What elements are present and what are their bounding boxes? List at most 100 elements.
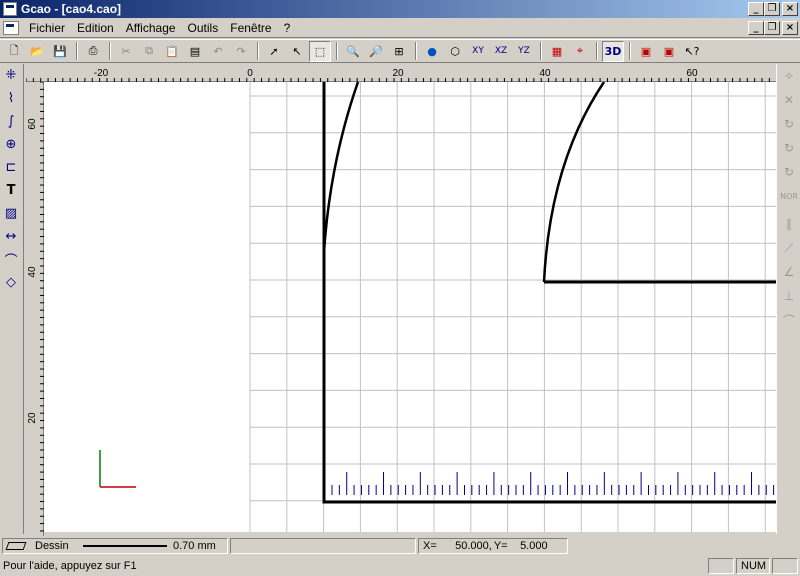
close-button[interactable]: × bbox=[782, 2, 798, 16]
toolbar-separator bbox=[596, 42, 598, 60]
rectangle-icon[interactable]: ⊏ bbox=[0, 156, 22, 179]
perpendicular-icon[interactable]: ⊥ bbox=[777, 284, 800, 308]
plane-yz-icon[interactable]: YZ bbox=[513, 41, 535, 62]
x-value: 50.000 bbox=[455, 540, 489, 552]
render-icon[interactable]: ▣ bbox=[635, 41, 657, 62]
zoom-icon[interactable]: 🔍 bbox=[342, 41, 364, 62]
layer-icon bbox=[5, 542, 27, 550]
offset-icon[interactable]: ⟋ bbox=[777, 236, 800, 260]
parallel-icon[interactable]: ∥ bbox=[777, 212, 800, 236]
profile-arc-right[interactable] bbox=[542, 82, 606, 283]
rotate-x-icon[interactable]: ↻ bbox=[777, 112, 800, 136]
context-help-icon[interactable]: ↖? bbox=[681, 41, 703, 62]
menu-bar: Fichier Edition Affichage Outils Fenêtre… bbox=[0, 18, 800, 38]
profile-arc-left[interactable] bbox=[322, 82, 360, 253]
drawing-svg[interactable] bbox=[44, 82, 776, 532]
rotate-z-icon[interactable]: ↻ bbox=[777, 160, 800, 184]
ruler-label: 60 bbox=[27, 118, 38, 130]
transform-toolbar: ✧ ✕ ↻ ↻ ↻ NOR ∥ ⟋ ∠ ⊥ ⌒ bbox=[776, 64, 800, 534]
print-icon[interactable]: ⎙ bbox=[82, 41, 104, 62]
toolbar-separator bbox=[415, 42, 417, 60]
copy-icon[interactable]: ⧉ bbox=[138, 41, 160, 62]
rotate-y-icon[interactable]: ↻ bbox=[777, 136, 800, 160]
doc-minimize-button[interactable]: _ bbox=[748, 21, 764, 35]
menu-edition[interactable]: Edition bbox=[71, 19, 120, 37]
circle-icon[interactable]: ⊕ bbox=[0, 133, 22, 156]
ruler-label: 40 bbox=[539, 68, 551, 79]
doc-close-button[interactable]: × bbox=[782, 21, 798, 35]
point-icon[interactable]: ⁜ bbox=[0, 64, 22, 87]
ruler-label: 60 bbox=[686, 68, 698, 79]
polyline-icon[interactable]: ⌇ bbox=[0, 87, 22, 110]
properties-icon[interactable]: ▤ bbox=[184, 41, 206, 62]
layer-line-panel[interactable]: Dessin 0.70 mm bbox=[2, 538, 228, 554]
caps-indicator bbox=[708, 558, 734, 574]
document-icon[interactable] bbox=[3, 20, 19, 35]
ruler-label: -20 bbox=[94, 68, 109, 79]
cube-icon[interactable]: ⬡ bbox=[444, 41, 466, 62]
fillet-icon[interactable]: ⌒ bbox=[0, 248, 22, 271]
window-title: Gcao - [cao4.cao] bbox=[21, 2, 122, 16]
curve-icon[interactable]: ∫ bbox=[0, 110, 22, 133]
select-edit-icon[interactable]: ↖ bbox=[286, 41, 308, 62]
tangent-icon[interactable]: ⌒ bbox=[777, 308, 800, 332]
toolbar-separator bbox=[629, 42, 631, 60]
text-icon[interactable]: T bbox=[0, 179, 22, 202]
menu-fichier[interactable]: Fichier bbox=[23, 19, 71, 37]
globe-icon[interactable]: ● bbox=[421, 41, 443, 62]
plane-xy-icon[interactable]: XY bbox=[467, 41, 489, 62]
layer-name: Dessin bbox=[35, 540, 69, 552]
rotate-icon[interactable]: ✕ bbox=[777, 88, 800, 112]
dimension-icon[interactable]: ↔ bbox=[0, 225, 22, 248]
eraser-icon[interactable]: ◇ bbox=[0, 271, 22, 294]
menu-help[interactable]: ? bbox=[278, 19, 297, 37]
save-icon[interactable]: 💾 bbox=[49, 41, 71, 62]
cut-icon[interactable]: ✂ bbox=[115, 41, 137, 62]
vertical-ruler: 60 40 20 bbox=[26, 81, 44, 536]
redo-icon[interactable]: ↷ bbox=[230, 41, 252, 62]
app-icon[interactable] bbox=[3, 2, 17, 16]
horizontal-ruler-svg: -20 0 20 40 60 bbox=[25, 68, 770, 82]
ruler-label: 20 bbox=[392, 68, 404, 79]
open-folder-icon[interactable]: 📂 bbox=[26, 41, 48, 62]
plane-xz-icon[interactable]: XZ bbox=[490, 41, 512, 62]
angle-icon[interactable]: ∠ bbox=[777, 260, 800, 284]
window-select-icon[interactable]: ⬚ bbox=[309, 40, 331, 62]
zoom-extents-icon[interactable]: ⊞ bbox=[388, 41, 410, 62]
paste-icon[interactable]: 📋 bbox=[161, 41, 183, 62]
properties-status-bar: Dessin 0.70 mm X= 50.000 , Y= 5.000 bbox=[0, 536, 800, 556]
snap-point-icon[interactable]: ⌖ bbox=[569, 41, 591, 62]
y-value: 5.000 bbox=[520, 540, 548, 552]
restore-button[interactable]: ❐ bbox=[764, 2, 780, 16]
select-arrow-icon[interactable]: ➚ bbox=[263, 41, 285, 62]
ruler-label: 40 bbox=[27, 266, 38, 278]
view-3d-button[interactable]: 3D bbox=[602, 40, 624, 62]
profile-outline[interactable] bbox=[322, 82, 776, 504]
toolbar-separator bbox=[109, 42, 111, 60]
cad-viewport[interactable]: -20 0 20 40 60 60 40 20 bbox=[25, 64, 776, 536]
undo-icon[interactable]: ↶ bbox=[207, 41, 229, 62]
toolbar-separator bbox=[76, 42, 78, 60]
coordinate-separator: , bbox=[488, 540, 492, 552]
ruler-label: 0 bbox=[247, 68, 253, 79]
move-icon[interactable]: ✧ bbox=[777, 64, 800, 88]
menu-outils[interactable]: Outils bbox=[182, 19, 225, 37]
zoom-window-icon[interactable]: 🔎 bbox=[365, 41, 387, 62]
scroll-indicator bbox=[772, 558, 798, 574]
normal-icon[interactable]: NOR bbox=[777, 184, 800, 208]
doc-restore-button[interactable]: ❐ bbox=[764, 21, 780, 35]
minimize-button[interactable]: _ bbox=[748, 2, 764, 16]
drawing-area[interactable] bbox=[44, 82, 776, 532]
new-file-icon[interactable]: 🗋 bbox=[3, 41, 25, 62]
grid bbox=[249, 82, 776, 532]
x-label: X= bbox=[423, 540, 437, 552]
vertical-ruler-svg: 60 40 20 bbox=[27, 81, 44, 532]
coordinates-panel: X= 50.000 , Y= 5.000 bbox=[418, 538, 568, 554]
hatch-icon[interactable]: ▨ bbox=[0, 202, 22, 225]
render-3d-icon[interactable]: ▣ bbox=[658, 41, 680, 62]
menu-affichage[interactable]: Affichage bbox=[120, 19, 182, 37]
snap-grid-icon[interactable]: ▦ bbox=[546, 41, 568, 62]
menu-fenetre[interactable]: Fenêtre bbox=[224, 19, 277, 37]
main-toolbar: 🗋 📂 💾 ⎙ ✂ ⧉ 📋 ▤ ↶ ↷ ➚ ↖ ⬚ 🔍 🔎 ⊞ ● ⬡ XY X… bbox=[0, 39, 800, 63]
line-width-value: 0.70 mm bbox=[173, 540, 216, 552]
